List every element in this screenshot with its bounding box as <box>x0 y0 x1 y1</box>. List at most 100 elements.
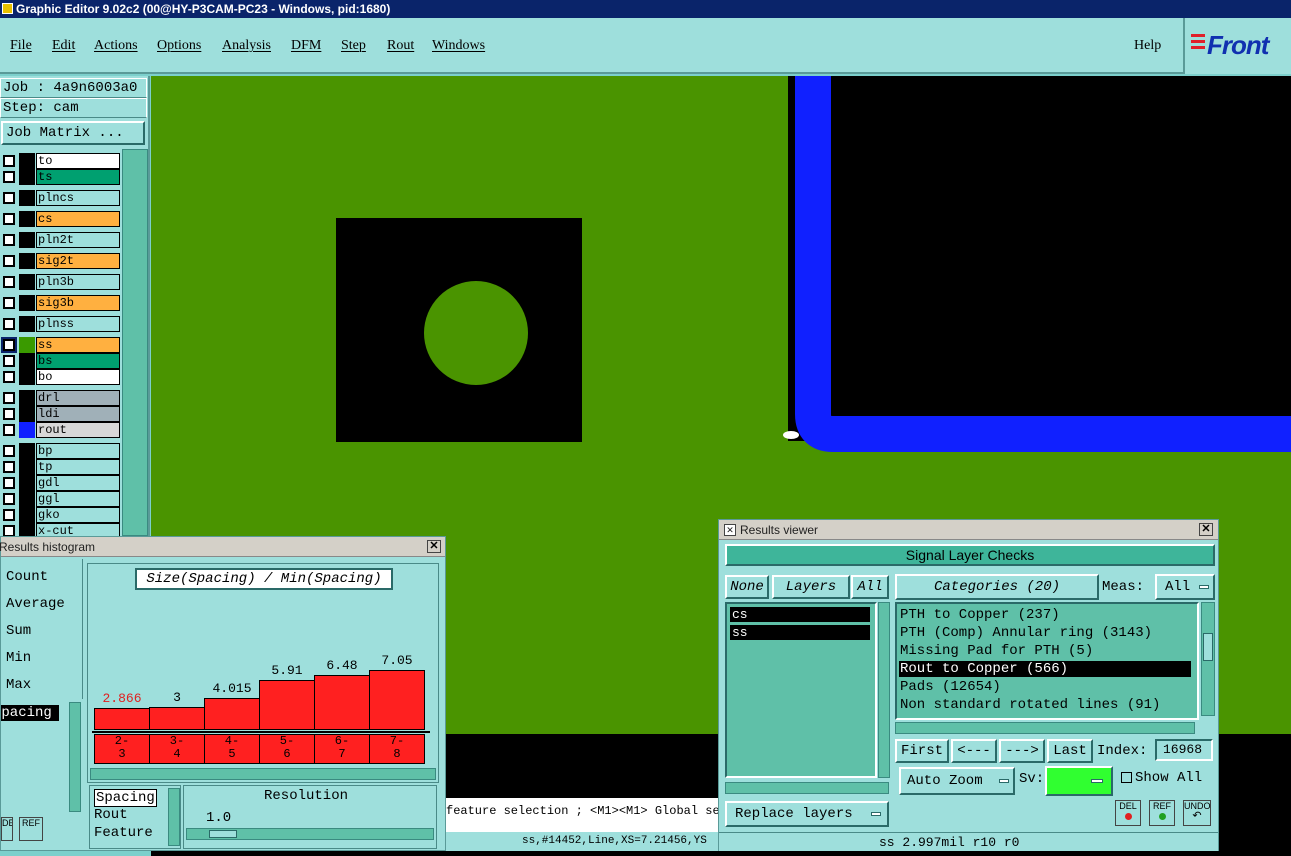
layer-color-swatch[interactable] <box>19 443 35 459</box>
layer-color-swatch[interactable] <box>19 274 35 290</box>
menu-options[interactable]: Options <box>157 38 201 54</box>
layer-color-swatch[interactable] <box>19 459 35 475</box>
layer-row-ldi[interactable]: ldi <box>1 406 120 422</box>
all-button[interactable]: All <box>851 575 889 599</box>
layer-list-scrollbar[interactable] <box>122 149 148 536</box>
menu-dfm[interactable]: DFM <box>291 38 321 54</box>
menu-rout[interactable]: Rout <box>387 38 414 54</box>
layer-checkbox[interactable] <box>3 276 15 288</box>
category-scroll-thumb[interactable] <box>1203 633 1213 661</box>
histogram-bar[interactable] <box>94 708 150 730</box>
layer-checkbox[interactable] <box>3 493 15 505</box>
show-all-checkbox[interactable] <box>1121 772 1132 783</box>
results-viewer-close-button[interactable]: ✕ <box>1199 523 1213 536</box>
job-matrix-button[interactable]: Job Matrix ... <box>1 121 145 145</box>
layer-checkbox[interactable] <box>3 297 15 309</box>
field-feature[interactable]: Feature <box>94 825 153 841</box>
layer-color-swatch[interactable] <box>19 316 35 332</box>
layer-checkbox[interactable] <box>1 337 17 353</box>
category-list-vscrollbar[interactable] <box>1201 602 1215 716</box>
category-list-hscrollbar[interactable] <box>895 722 1195 734</box>
histogram-del-button[interactable]: DEL <box>1 817 13 841</box>
histogram-bar[interactable] <box>149 707 205 730</box>
menu-analysis[interactable]: Analysis <box>222 38 271 54</box>
menu-windows[interactable]: Windows <box>432 38 485 54</box>
stat-count[interactable]: Count <box>6 569 48 585</box>
layer-name[interactable]: x-cut <box>36 523 120 536</box>
layer-checkbox[interactable] <box>3 392 15 404</box>
stat-max[interactable]: Max <box>6 677 31 693</box>
layer-color-swatch[interactable] <box>19 369 35 385</box>
layer-checkbox[interactable] <box>3 355 15 367</box>
layer-name[interactable]: pln2t <box>36 232 120 248</box>
prev-button[interactable]: <--- <box>951 739 997 763</box>
result-layer-cs[interactable]: cs <box>730 607 870 622</box>
last-button[interactable]: Last <box>1047 739 1093 763</box>
layer-checkbox[interactable] <box>3 171 15 183</box>
layer-checkbox[interactable] <box>3 477 15 489</box>
layer-row-plnss[interactable]: plnss <box>1 316 120 332</box>
bar-range-label[interactable]: 2- 3 <box>94 734 150 764</box>
layer-checkbox[interactable] <box>3 192 15 204</box>
menu-actions[interactable]: Actions <box>94 38 138 54</box>
layer-row-drl[interactable]: drl <box>1 390 120 406</box>
layer-color-swatch[interactable] <box>19 491 35 507</box>
histogram-bar[interactable] <box>204 698 260 730</box>
layer-checkbox[interactable] <box>3 445 15 457</box>
layer-name[interactable]: rout <box>36 422 120 438</box>
layer-list-vscrollbar[interactable] <box>878 602 890 778</box>
layer-row-pln3b[interactable]: pln3b <box>1 274 120 290</box>
layer-name[interactable]: gdl <box>36 475 120 491</box>
field-rout[interactable]: Rout <box>94 807 128 823</box>
layer-row-cs[interactable]: cs <box>1 211 120 227</box>
layer-name[interactable]: gko <box>36 507 120 523</box>
layer-checkbox[interactable] <box>3 509 15 521</box>
category-item[interactable]: PTH to Copper (237) <box>899 607 1191 623</box>
layer-row-to[interactable]: to <box>1 153 120 169</box>
field-list-scrollbar[interactable] <box>69 702 81 812</box>
layer-checkbox[interactable] <box>3 213 15 225</box>
layer-row-sig2t[interactable]: sig2t <box>1 253 120 269</box>
bar-range-label[interactable]: 5- 6 <box>259 734 315 764</box>
histogram-ref-button[interactable]: REF <box>19 817 43 841</box>
layer-color-swatch[interactable] <box>19 169 35 185</box>
category-item[interactable]: Non standard rotated lines (91) <box>899 697 1191 713</box>
auto-zoom-menu[interactable]: Auto Zoom <box>899 767 1015 795</box>
layer-checkbox[interactable] <box>3 525 15 536</box>
layer-checkbox[interactable] <box>3 408 15 420</box>
menu-help[interactable]: Help <box>1134 38 1161 54</box>
chart-hscrollbar[interactable] <box>90 768 436 780</box>
stat-min[interactable]: Min <box>6 650 31 666</box>
layer-name[interactable]: drl <box>36 390 120 406</box>
layer-checkbox[interactable] <box>3 255 15 267</box>
layer-name[interactable]: plnss <box>36 316 120 332</box>
undo-button[interactable]: UNDO ↶ <box>1183 800 1211 826</box>
first-button[interactable]: First <box>895 739 949 763</box>
layer-name[interactable]: pln3b <box>36 274 120 290</box>
layer-name[interactable]: cs <box>36 211 120 227</box>
layers-button[interactable]: Layers <box>772 575 850 599</box>
layer-row-plncs[interactable]: plncs <box>1 190 120 206</box>
layer-color-swatch[interactable] <box>19 337 35 353</box>
layer-row-ggl[interactable]: ggl <box>1 491 120 507</box>
layer-name[interactable]: ts <box>36 169 120 185</box>
layer-list-hscrollbar[interactable] <box>725 782 889 794</box>
layer-color-swatch[interactable] <box>19 422 35 438</box>
layer-checkbox[interactable] <box>3 461 15 473</box>
layer-name[interactable]: plncs <box>36 190 120 206</box>
layer-color-swatch[interactable] <box>19 523 35 536</box>
histogram-bar[interactable] <box>314 675 370 730</box>
index-input[interactable]: 16968 <box>1155 739 1213 761</box>
histogram-bar[interactable] <box>259 680 315 730</box>
field-spacing[interactable]: Spacing <box>94 789 157 807</box>
layer-name[interactable]: ldi <box>36 406 120 422</box>
layer-checkbox[interactable] <box>3 424 15 436</box>
layer-color-swatch[interactable] <box>19 253 35 269</box>
layer-color-swatch[interactable] <box>19 190 35 206</box>
menu-edit[interactable]: Edit <box>52 38 75 54</box>
category-item[interactable]: PTH (Comp) Annular ring (3143) <box>899 625 1191 641</box>
categories-button[interactable]: Categories (20) <box>895 574 1099 600</box>
menu-step[interactable]: Step <box>341 38 366 54</box>
layer-name[interactable]: sig2t <box>36 253 120 269</box>
meas-select[interactable]: All <box>1155 574 1215 600</box>
